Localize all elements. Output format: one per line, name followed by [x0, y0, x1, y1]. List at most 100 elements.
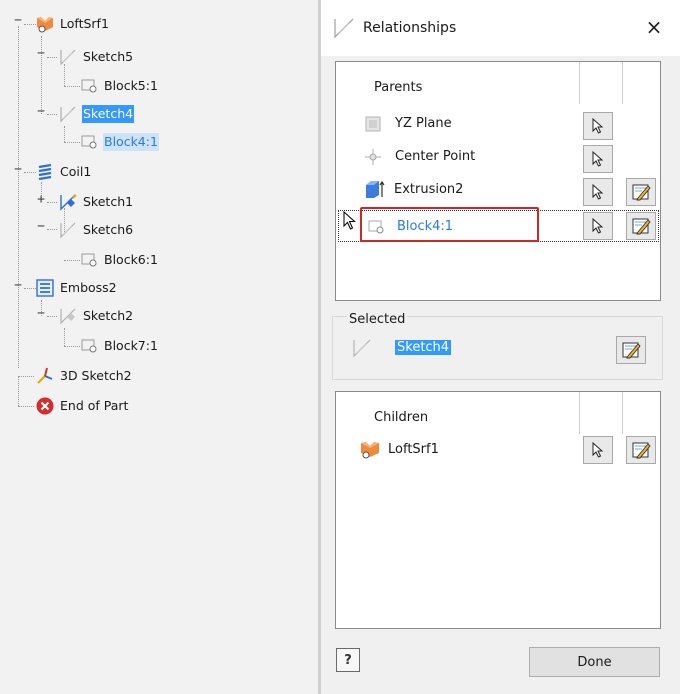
select-parent-button[interactable]: [583, 212, 613, 240]
cursor-arrow-icon: [592, 184, 604, 200]
select-parent-button[interactable]: [583, 112, 613, 140]
cursor-arrow-icon: [592, 218, 604, 234]
parents-list[interactable]: Parents YZ Plane Center Point Extrusion2: [335, 61, 661, 301]
end-of-part-icon: [36, 397, 54, 415]
tree-item-sketch1[interactable]: Sketch1: [59, 192, 134, 212]
collapse-toggle[interactable]: −: [12, 278, 24, 293]
tree-connector: [64, 260, 80, 261]
sketch-icon: [352, 338, 372, 358]
edit-sketch-icon: [632, 218, 651, 235]
child-item-label[interactable]: LoftSrf1: [388, 442, 439, 457]
dialog-title: Relationships: [363, 20, 457, 36]
tree-item-label: Sketch2: [83, 308, 134, 323]
edit-sketch-icon: [632, 184, 651, 201]
sketch-icon: [59, 48, 77, 66]
tree-item-label: Coil1: [60, 164, 92, 179]
relationships-icon: [333, 17, 355, 39]
center-point-icon: [364, 148, 382, 166]
tree-item-3d-sketch2[interactable]: 3D Sketch2: [36, 366, 133, 386]
tree-connector: [24, 24, 36, 25]
tree-item-block6-1[interactable]: Block6:1: [80, 250, 159, 270]
tree-item-end-of-part[interactable]: End of Part: [36, 396, 129, 416]
3d-sketch-icon: [36, 367, 54, 385]
dialog-title-bar[interactable]: Relationships ×: [321, 0, 680, 56]
edit-child-button[interactable]: [626, 436, 656, 464]
done-button[interactable]: Done: [529, 647, 660, 677]
collapse-toggle[interactable]: −: [35, 306, 47, 321]
cursor-arrow-icon: [592, 442, 604, 458]
children-header: Children: [374, 410, 429, 425]
collapse-toggle[interactable]: −: [12, 162, 24, 177]
tree-item-block4-1[interactable]: Block4:1: [80, 132, 159, 152]
sketch-block-icon: [80, 337, 98, 355]
tree-item-label: Block6:1: [104, 252, 158, 267]
select-parent-button[interactable]: [583, 145, 613, 173]
selected-header: Selected: [347, 312, 408, 327]
parent-item-label[interactable]: Center Point: [395, 149, 475, 164]
model-browser-tree[interactable]: − − − − + − − − LoftSrf1 Sketch5 Block5:…: [0, 0, 318, 694]
work-plane-icon: [364, 115, 382, 133]
edit-parent-button[interactable]: [626, 178, 656, 206]
tree-item-sketch2[interactable]: Sketch2: [59, 306, 134, 326]
tree-item-label: Sketch6: [83, 222, 134, 237]
tree-item-label: Block5:1: [104, 78, 158, 93]
parent-item-label[interactable]: Block4:1: [397, 219, 453, 234]
close-button[interactable]: ×: [642, 14, 666, 40]
tree-item-block5-1[interactable]: Block5:1: [80, 76, 159, 96]
selected-item-label[interactable]: Sketch4: [395, 340, 452, 355]
sketch-block-icon: [80, 251, 98, 269]
edit-selected-button[interactable]: [616, 336, 646, 364]
tree-item-loftsrf1[interactable]: LoftSrf1: [36, 14, 110, 34]
help-icon: ?: [344, 652, 352, 668]
tree-item-label: Emboss2: [60, 280, 117, 295]
tree-connector: [24, 288, 36, 289]
collapse-toggle[interactable]: −: [35, 104, 47, 119]
tree-connector: [47, 229, 57, 230]
parents-header: Parents: [374, 80, 423, 95]
sketch-block-icon: [80, 133, 98, 151]
tree-connector: [47, 316, 57, 317]
emboss-icon: [36, 279, 54, 297]
sketch-icon: [59, 221, 77, 239]
tree-item-label: 3D Sketch2: [60, 368, 132, 383]
tree-item-label: Sketch5: [83, 49, 134, 64]
cursor-arrow-icon: [592, 118, 604, 134]
tree-item-label: LoftSrf1: [60, 16, 109, 31]
tree-connector: [64, 142, 80, 143]
edit-parent-button[interactable]: [626, 212, 656, 240]
tree-connector: [18, 406, 34, 407]
tree-item-label: Sketch4: [82, 105, 135, 123]
expand-toggle[interactable]: +: [35, 192, 47, 207]
collapse-toggle[interactable]: −: [35, 219, 47, 234]
loft-surface-icon: [36, 15, 54, 33]
sketch-block-icon: [367, 218, 385, 236]
select-parent-button[interactable]: [583, 178, 613, 206]
select-child-button[interactable]: [583, 436, 613, 464]
tree-connector: [47, 57, 57, 58]
tree-item-sketch4[interactable]: Sketch4: [59, 104, 135, 124]
cursor-arrow-icon: [592, 151, 604, 167]
parent-item-label[interactable]: YZ Plane: [395, 116, 452, 131]
shared-sketch-icon: [59, 193, 77, 211]
collapse-toggle[interactable]: −: [12, 13, 24, 28]
tree-item-sketch6[interactable]: Sketch6: [59, 220, 134, 240]
column-divider: [579, 62, 580, 104]
tree-connector: [47, 202, 57, 203]
column-divider: [579, 392, 580, 434]
collapse-toggle[interactable]: −: [35, 46, 47, 61]
help-button[interactable]: ?: [336, 648, 360, 672]
tree-item-emboss2[interactable]: Emboss2: [36, 278, 118, 298]
extrusion-icon: [364, 179, 386, 199]
parent-item-label[interactable]: Extrusion2: [394, 182, 463, 197]
tree-item-coil1[interactable]: Coil1: [36, 162, 92, 182]
loft-surface-icon: [360, 440, 380, 460]
tree-item-sketch5[interactable]: Sketch5: [59, 47, 134, 67]
tree-connector: [47, 114, 57, 115]
tree-connector: [64, 86, 80, 87]
children-list[interactable]: Children LoftSrf1: [335, 391, 661, 629]
tree-item-block7-1[interactable]: Block7:1: [80, 336, 159, 356]
tree-item-label: Block4:1: [103, 133, 159, 151]
sketch-icon: [59, 105, 77, 123]
relationships-dialog: Relationships × Parents YZ Plane Center …: [321, 0, 680, 694]
edit-sketch-icon: [632, 442, 651, 459]
